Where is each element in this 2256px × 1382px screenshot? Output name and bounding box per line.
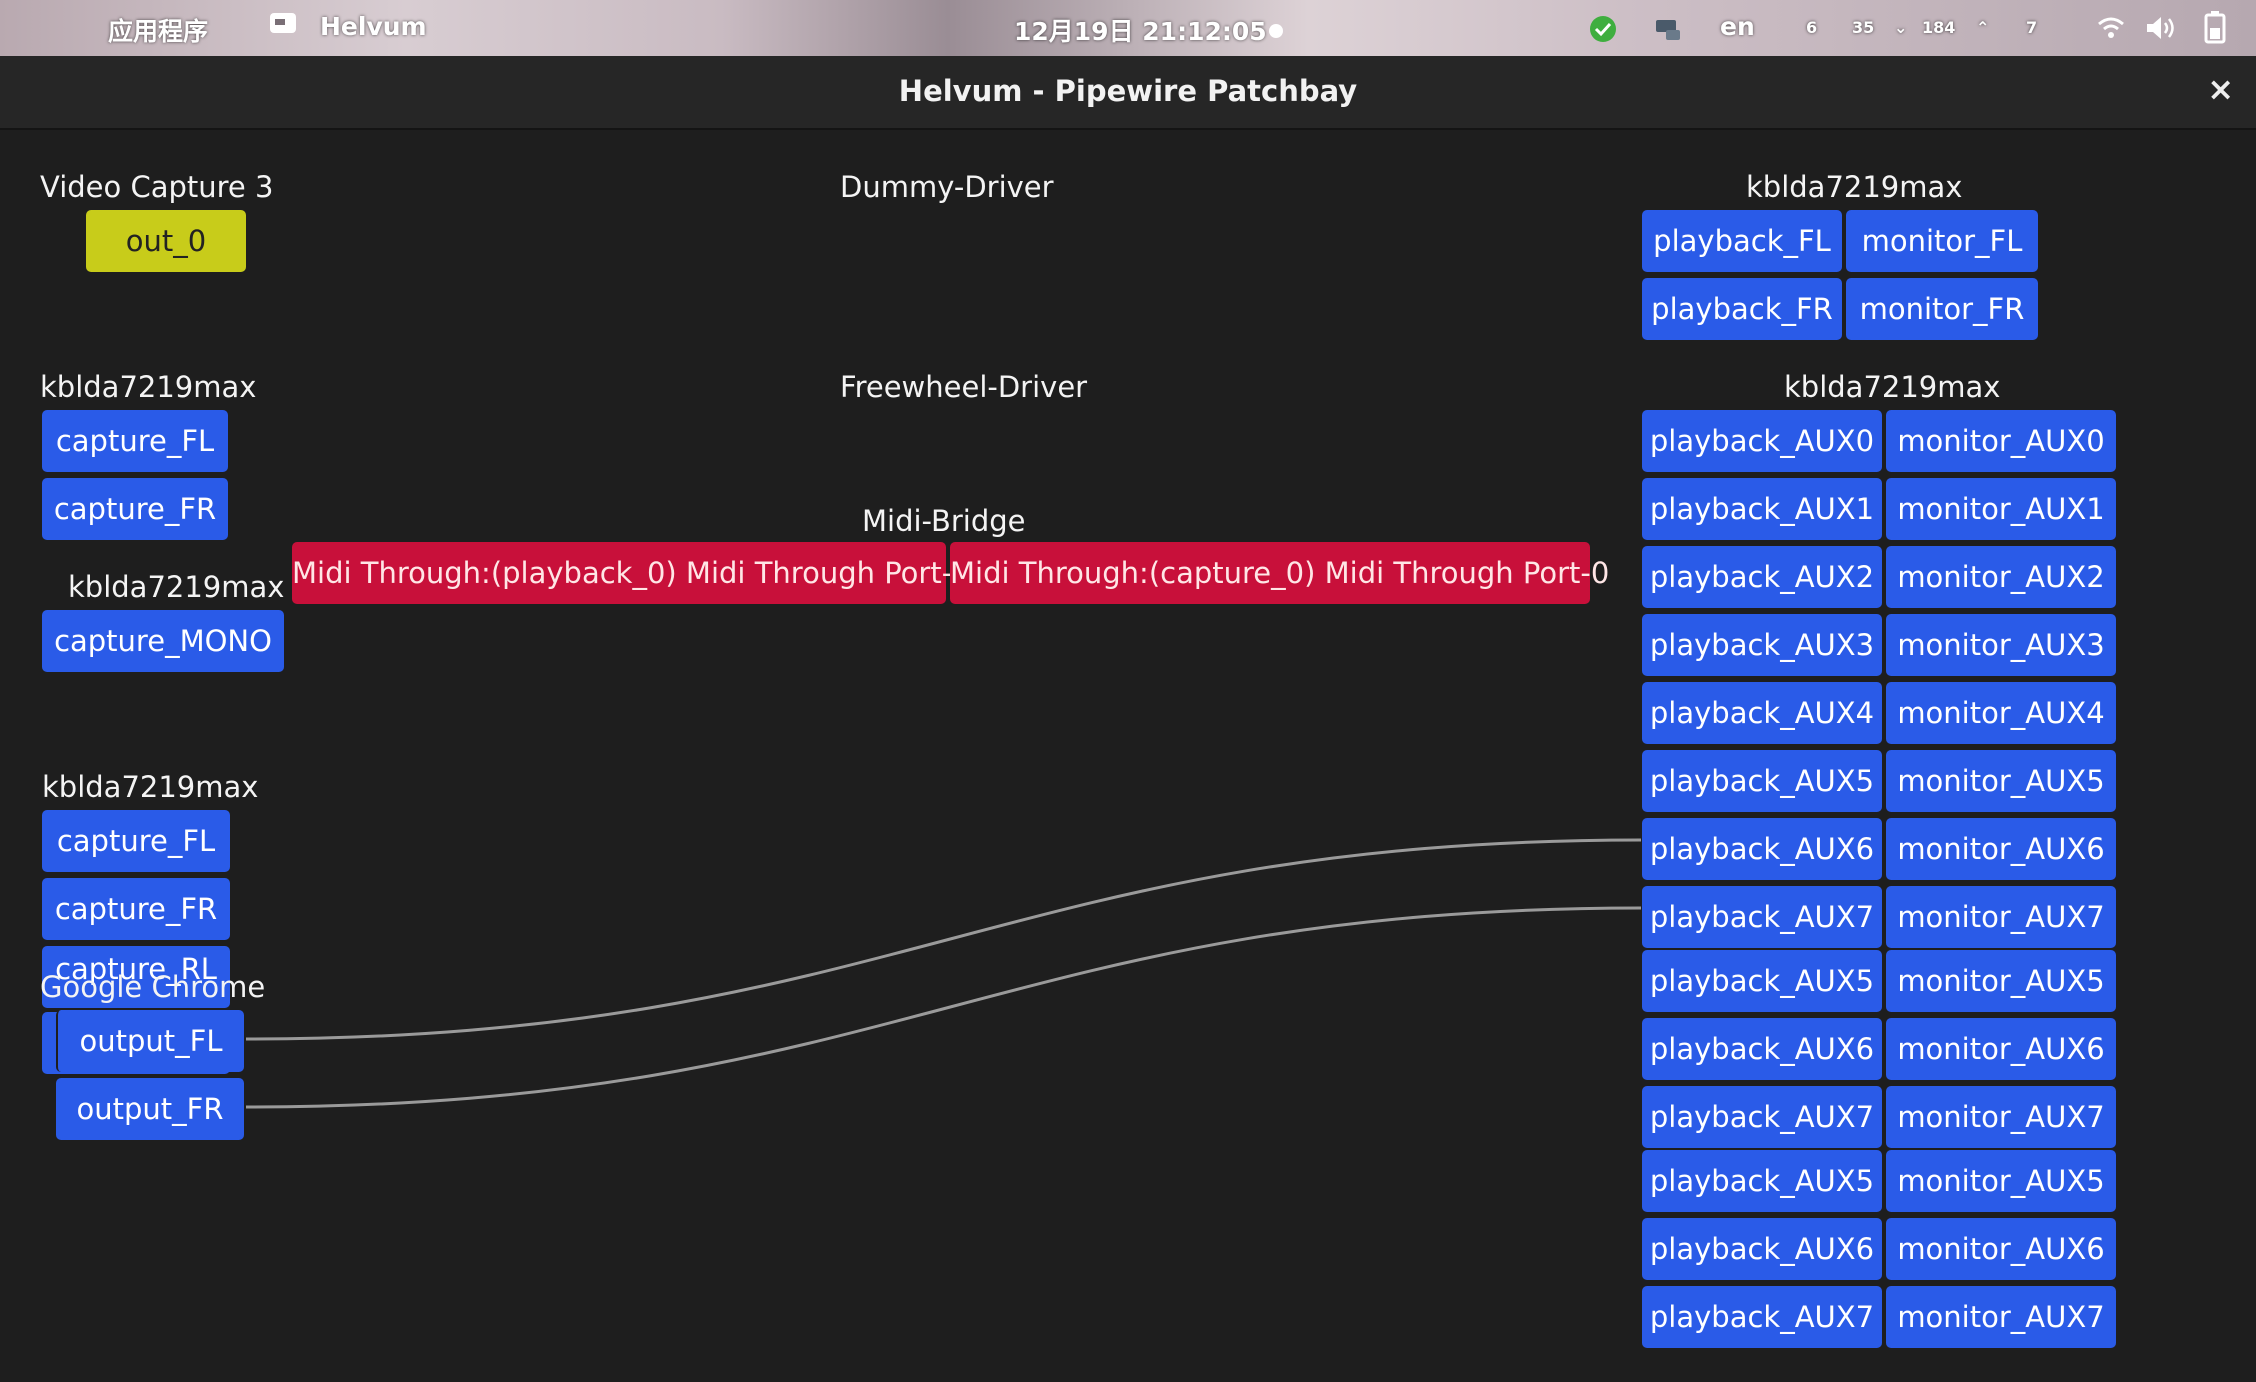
node-title-dummy-driver: Dummy-Driver [840, 170, 1054, 204]
patchbay-canvas[interactable]: Video Capture 3 out_0 Dummy-Driver kblda… [0, 130, 2256, 1382]
network-upload: 7 [2026, 18, 2038, 37]
network-download: 184 [1922, 18, 1956, 37]
port-playback-aux-2[interactable]: playback_AUX2 [1642, 546, 1882, 608]
port-playback-aux-1[interactable]: playback_AUX1 [1642, 478, 1882, 540]
close-icon[interactable]: × [2207, 70, 2234, 108]
port-output-fl[interactable]: output_FL [56, 1010, 244, 1072]
port-monitor-aux-2[interactable]: monitor_AUX2 [1886, 546, 2116, 608]
active-app-icon [268, 10, 298, 42]
port-playback-aux-5[interactable]: playback_AUX5 [1642, 750, 1882, 812]
port-monitor-aux-1[interactable]: monitor_AUX1 [1886, 478, 2116, 540]
port-monitor-aux-10[interactable]: monitor_AUX7 [1886, 1086, 2116, 1148]
port-monitor-aux-12[interactable]: monitor_AUX6 [1886, 1218, 2116, 1280]
active-app-label[interactable]: Helvum [320, 12, 427, 41]
cpu-usage: 6 [1806, 18, 1818, 37]
port-capture-mono[interactable]: capture_MONO [42, 610, 284, 672]
port-playback-aux-6[interactable]: playback_AUX6 [1642, 818, 1882, 880]
port-monitor-aux-3[interactable]: monitor_AUX3 [1886, 614, 2116, 676]
port-playback-fr[interactable]: playback_FR [1642, 278, 1842, 340]
node-title-google-chrome: Google Chrome [40, 970, 266, 1004]
port-playback-aux-3[interactable]: playback_AUX3 [1642, 614, 1882, 676]
node-title-freewheel-driver: Freewheel-Driver [840, 370, 1088, 404]
port-monitor-aux-11[interactable]: monitor_AUX5 [1886, 1150, 2116, 1212]
network-manager-icon[interactable] [1652, 14, 1684, 50]
port-playback-aux-7[interactable]: playback_AUX7 [1642, 886, 1882, 948]
port-playback-aux-13[interactable]: playback_AUX7 [1642, 1286, 1882, 1348]
status-ok-icon[interactable] [1588, 14, 1618, 50]
wifi-icon[interactable] [2096, 14, 2126, 48]
port-capture-fr-2[interactable]: capture_FR [42, 878, 230, 940]
port-playback-aux-4[interactable]: playback_AUX4 [1642, 682, 1882, 744]
port-midi-through-capture[interactable]: Midi Through:(capture_0) Midi Through Po… [950, 542, 1609, 604]
port-monitor-fl[interactable]: monitor_FL [1846, 210, 2038, 272]
chevron-down-icon: ⌄ [1894, 18, 1908, 37]
port-playback-aux-10[interactable]: playback_AUX7 [1642, 1086, 1882, 1148]
port-monitor-aux-6[interactable]: monitor_AUX6 [1886, 818, 2116, 880]
system-top-bar: 应用程序 Helvum 12月19日 21:12:05 en 6 35 ⌄ 18… [0, 0, 2256, 56]
port-playback-aux-8[interactable]: playback_AUX5 [1642, 950, 1882, 1012]
node-title-source-left-1: kblda7219max [40, 370, 257, 404]
port-playback-aux-9[interactable]: playback_AUX6 [1642, 1018, 1882, 1080]
port-monitor-aux-8[interactable]: monitor_AUX5 [1886, 950, 2116, 1012]
node-title-sink-aux: kblda7219max [1784, 370, 2001, 404]
port-monitor-aux-13[interactable]: monitor_AUX7 [1886, 1286, 2116, 1348]
port-midi-through-playback[interactable]: Midi Through:(playback_0) Midi Through P… [292, 542, 971, 604]
window-title: Helvum - Pipewire Patchbay [898, 74, 1358, 108]
port-monitor-aux-7[interactable]: monitor_AUX7 [1886, 886, 2116, 948]
port-output-fr[interactable]: output_FR [56, 1078, 244, 1140]
port-monitor-aux-9[interactable]: monitor_AUX6 [1886, 1018, 2116, 1080]
battery-icon[interactable] [2204, 10, 2226, 50]
port-monitor-aux-5[interactable]: monitor_AUX5 [1886, 750, 2116, 812]
node-title-video-capture: Video Capture 3 [40, 170, 274, 204]
node-title-sink-top: kblda7219max [1746, 170, 1963, 204]
port-playback-aux-12[interactable]: playback_AUX6 [1642, 1218, 1882, 1280]
port-monitor-aux-0[interactable]: monitor_AUX0 [1886, 410, 2116, 472]
port-capture-fl[interactable]: capture_FL [42, 410, 228, 472]
keyboard-language[interactable]: en [1720, 12, 1755, 41]
chevron-up-icon: ⌃ [1976, 18, 1990, 37]
volume-icon[interactable] [2144, 14, 2178, 48]
node-title-source-left-2: kblda7219max [42, 770, 259, 804]
applications-menu[interactable]: 应用程序 [108, 12, 208, 48]
port-capture-fr[interactable]: capture_FR [42, 478, 228, 540]
memory-usage: 35 [1852, 18, 1875, 37]
notification-dot-icon [1268, 16, 1284, 45]
node-title-midi-bridge: Midi-Bridge [862, 504, 1026, 538]
port-playback-aux-11[interactable]: playback_AUX5 [1642, 1150, 1882, 1212]
link-output-fr-to-playback-aux7[interactable] [245, 906, 1642, 1109]
port-monitor-aux-4[interactable]: monitor_AUX4 [1886, 682, 2116, 744]
port-playback-fl[interactable]: playback_FL [1642, 210, 1842, 272]
clock[interactable]: 12月19日 21:12:05 [1014, 12, 1267, 48]
node-title-source-mono: kblda7219max [68, 570, 285, 604]
port-playback-aux-0[interactable]: playback_AUX0 [1642, 410, 1882, 472]
window-titlebar[interactable]: Helvum - Pipewire Patchbay × [0, 56, 2256, 130]
port-out-0[interactable]: out_0 [86, 210, 246, 272]
port-monitor-fr[interactable]: monitor_FR [1846, 278, 2038, 340]
port-capture-fl-2[interactable]: capture_FL [42, 810, 230, 872]
